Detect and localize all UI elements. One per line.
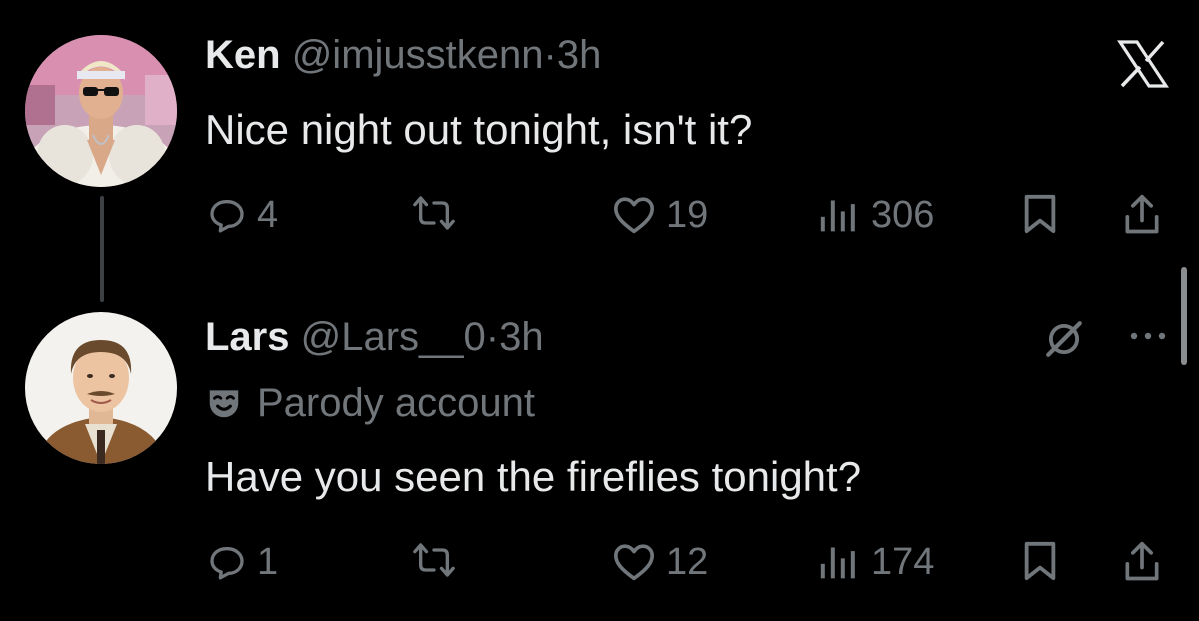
author-name[interactable]: Ken	[205, 33, 281, 77]
like-count: 19	[666, 194, 709, 236]
bookmark-button[interactable]	[1020, 540, 1060, 582]
views-chart-icon	[820, 547, 855, 579]
scrollbar[interactable]	[1181, 267, 1187, 365]
share-icon	[1125, 541, 1159, 581]
avatar-ken[interactable]	[25, 35, 177, 187]
repost-icon	[413, 543, 455, 577]
views-chart-icon	[820, 200, 855, 232]
repost-icon	[413, 196, 455, 230]
views-button[interactable]: 174	[817, 540, 934, 584]
post-time[interactable]: 3h	[499, 315, 544, 359]
reply-icon	[210, 200, 244, 233]
tweet-text: Nice night out tonight, isn't it?	[205, 106, 753, 153]
reply-count: 4	[257, 194, 279, 236]
reply-button[interactable]: 1	[207, 540, 278, 584]
tweet-text: Have you seen the fireflies tonight?	[205, 453, 862, 500]
bookmark-icon	[1024, 194, 1056, 234]
separator-dot: ·	[543, 33, 557, 77]
more-options-button[interactable]	[1128, 325, 1168, 347]
heart-icon	[613, 544, 654, 581]
share-button[interactable]	[1121, 540, 1163, 584]
bookmark-icon	[1024, 541, 1056, 581]
repost-button[interactable]	[412, 193, 466, 233]
tweet-header: Lars @Lars__0·3h	[205, 314, 544, 360]
bookmark-button[interactable]	[1020, 193, 1060, 235]
author-handle[interactable]: @Lars__0	[301, 315, 486, 359]
more-icon	[1130, 332, 1166, 340]
x-logo-icon	[1117, 40, 1169, 93]
view-count: 306	[871, 194, 935, 236]
reply-count: 1	[257, 541, 279, 583]
views-button[interactable]: 306	[817, 193, 934, 237]
like-button[interactable]: 19	[612, 193, 708, 237]
view-count: 174	[871, 541, 935, 583]
author-handle[interactable]: @imjusstkenn	[292, 33, 544, 77]
separator-dot: ·	[485, 315, 500, 359]
share-button[interactable]	[1121, 193, 1163, 237]
reply-icon	[210, 547, 244, 580]
grok-button[interactable]	[1043, 318, 1085, 360]
parody-label-text: Parody account	[257, 381, 535, 425]
grok-icon	[1046, 321, 1082, 357]
post-time[interactable]: 3h	[557, 33, 602, 77]
like-count: 12	[666, 541, 709, 583]
parody-label: Parody account	[205, 380, 535, 426]
repost-button[interactable]	[412, 540, 466, 580]
theater-mask-icon	[209, 390, 239, 418]
tweet-header: Ken @imjusstkenn·3h	[205, 32, 601, 78]
heart-icon	[613, 197, 654, 234]
like-button[interactable]: 12	[612, 540, 708, 584]
avatar-lars[interactable]	[25, 312, 177, 464]
reply-button[interactable]: 4	[207, 193, 278, 237]
author-name[interactable]: Lars	[205, 315, 290, 359]
share-icon	[1125, 194, 1159, 234]
thread-connector-line	[100, 196, 104, 302]
